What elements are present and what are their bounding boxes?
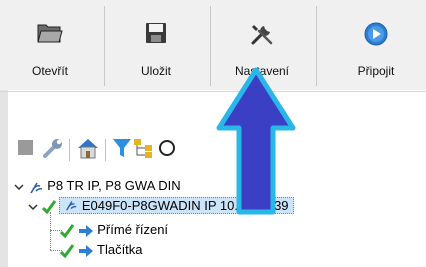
check-icon xyxy=(41,199,56,214)
connect-button[interactable]: Připojit xyxy=(328,0,424,90)
open-label: Otevřít xyxy=(31,64,68,78)
check-icon xyxy=(59,223,75,238)
floppy-disk-icon xyxy=(145,22,167,49)
play-circle-icon xyxy=(364,22,388,51)
arrow-right-icon xyxy=(78,224,93,237)
tree-child-label: Tlačítka xyxy=(97,242,143,257)
toolbar-separator xyxy=(104,139,107,166)
folder-open-icon xyxy=(37,22,63,49)
tree-connector xyxy=(50,212,51,250)
connect-label: Připojit xyxy=(357,64,395,78)
chevron-down-icon[interactable] xyxy=(14,182,24,192)
toolbar-separator xyxy=(104,6,105,86)
save-button[interactable]: Uložit xyxy=(108,0,204,90)
antenna-icon xyxy=(66,201,77,211)
check-icon xyxy=(59,243,75,258)
refresh-icon[interactable] xyxy=(156,137,178,164)
toolbar-separator xyxy=(68,139,71,166)
arrow-right-icon xyxy=(78,244,93,257)
tree-node-direct-control[interactable]: Přímé řízení xyxy=(59,220,169,240)
tree-child-label: Přímé řízení xyxy=(97,222,169,237)
stop-icon[interactable] xyxy=(16,137,36,162)
filter-icon[interactable] xyxy=(112,137,132,164)
hierarchy-icon[interactable] xyxy=(132,137,154,164)
annotation-arrow-up-icon xyxy=(215,66,297,221)
tree-node-buttons[interactable]: Tlačítka xyxy=(59,240,143,260)
home-icon[interactable] xyxy=(76,137,100,164)
wrench-icon[interactable] xyxy=(42,137,64,164)
chevron-down-icon[interactable] xyxy=(28,202,38,212)
tree-root-label: P8 TR IP, P8 GWA DIN xyxy=(47,178,181,193)
toolbar-separator xyxy=(210,6,211,86)
antenna-icon xyxy=(29,182,42,193)
toolbar-separator xyxy=(316,6,317,86)
toolbar-divider xyxy=(0,91,426,92)
open-button[interactable]: Otevřít xyxy=(2,0,98,90)
main-toolbar: Otevřít Uložit Nastavení Připojit xyxy=(0,0,426,90)
tools-icon xyxy=(250,22,274,51)
save-label: Uložit xyxy=(140,64,171,78)
tree-node-root[interactable]: P8 TR IP, P8 GWA DIN xyxy=(14,176,181,196)
